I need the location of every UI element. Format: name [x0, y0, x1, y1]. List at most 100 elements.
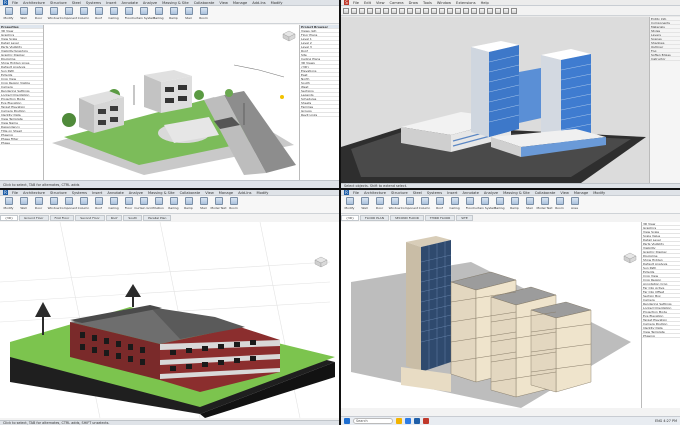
ribbon-tab[interactable]: Systems: [86, 1, 101, 5]
ribbon-tab[interactable]: View: [560, 191, 569, 195]
ribbon-tab[interactable]: Structure: [391, 191, 408, 195]
ribbon-button-area[interactable]: Area: [568, 197, 581, 210]
ribbon-button-ramp[interactable]: Ramp: [508, 197, 521, 210]
ribbon-tab[interactable]: Annotate: [107, 191, 123, 195]
ribbon-tab[interactable]: Architecture: [23, 1, 45, 5]
menu-item[interactable]: Draw: [409, 1, 418, 5]
ribbon-button-door[interactable]: Door: [373, 197, 386, 210]
tool-icon[interactable]: [495, 8, 501, 14]
ribbon-button-stair[interactable]: Stair: [523, 197, 536, 210]
ribbon-button-mullion[interactable]: Mullion: [152, 197, 165, 210]
ribbon-tab[interactable]: Insert: [447, 191, 457, 195]
view-tab[interactable]: Roof: [105, 215, 123, 221]
tool-icon[interactable]: [511, 8, 517, 14]
ribbon-tab[interactable]: Steel: [413, 191, 422, 195]
menu-item[interactable]: Window: [437, 1, 451, 5]
ribbon-tab[interactable]: Structure: [50, 1, 67, 5]
tool-icon[interactable]: [359, 8, 365, 14]
ribbon-tab[interactable]: View: [219, 1, 228, 5]
ribbon-button-room[interactable]: Room: [197, 7, 210, 20]
menu-item[interactable]: Help: [481, 1, 489, 5]
tool-icon[interactable]: [447, 8, 453, 14]
ribbon-button-column[interactable]: Column: [418, 197, 431, 210]
ribbon-tab[interactable]: Systems: [427, 191, 442, 195]
ribbon-tab[interactable]: Add-Ins: [238, 191, 251, 195]
view-tab[interactable]: South: [123, 215, 143, 221]
ribbon-tab[interactable]: Collaborate: [535, 191, 556, 195]
tool-icon[interactable]: [415, 8, 421, 14]
ribbon-tab[interactable]: Analyze: [143, 1, 157, 5]
ribbon-button-wall[interactable]: Wall: [358, 197, 371, 210]
ribbon-tab[interactable]: Manage: [574, 191, 588, 195]
ribbon-tab[interactable]: View: [205, 191, 214, 195]
ribbon-button-stair[interactable]: Stair: [197, 197, 210, 210]
ribbon-button-modify[interactable]: Modify: [343, 197, 356, 210]
ribbon-button-wall[interactable]: Wall: [17, 7, 30, 20]
view-tab[interactable]: Ground Floor: [19, 215, 49, 221]
ribbon-button-window[interactable]: Window: [47, 197, 60, 210]
model-viewport[interactable]: [341, 17, 649, 183]
taskbar-search-input[interactable]: Search: [353, 418, 393, 424]
menu-item[interactable]: Extensions: [456, 1, 476, 5]
ribbon-tab[interactable]: Annotate: [462, 191, 478, 195]
tool-icon[interactable]: [375, 8, 381, 14]
view-tab[interactable]: First Floor: [49, 215, 75, 221]
ribbon-tab[interactable]: Modify: [257, 191, 269, 195]
viewcube-icon[interactable]: [623, 252, 637, 264]
ribbon-tab[interactable]: Manage: [219, 191, 233, 195]
windows-start-icon[interactable]: [344, 418, 350, 424]
ribbon-button-modify[interactable]: Modify: [2, 7, 15, 20]
ribbon-button-roof[interactable]: Roof: [92, 7, 105, 20]
tool-icon[interactable]: [439, 8, 445, 14]
tool-icon[interactable]: [407, 8, 413, 14]
ribbon-button-curtain-system[interactable]: Curtain System: [473, 197, 496, 210]
ribbon-tab[interactable]: Collaborate: [194, 1, 215, 5]
ribbon-button-model-text[interactable]: Model Text: [210, 197, 227, 210]
ribbon-tab[interactable]: Insert: [106, 1, 116, 5]
view-tab[interactable]: FLOOR PLAN: [360, 215, 389, 221]
ribbon-button-roof[interactable]: Roof: [433, 197, 446, 210]
view-tab[interactable]: Second Floor: [75, 215, 105, 221]
ribbon-button-room[interactable]: Room: [553, 197, 566, 210]
ribbon-button-component[interactable]: Component: [401, 197, 418, 210]
ribbon-button-ceiling[interactable]: Ceiling: [107, 197, 120, 210]
ribbon-button-ceiling[interactable]: Ceiling: [107, 7, 120, 20]
3d-viewport[interactable]: [0, 222, 339, 418]
ribbon-tab[interactable]: File: [12, 1, 18, 5]
menu-item[interactable]: View: [376, 1, 385, 5]
view-tab[interactable]: SECOND FLOOR: [389, 215, 424, 221]
ribbon-button-railing[interactable]: Railing: [493, 197, 506, 210]
ribbon-tab[interactable]: Steel: [72, 1, 81, 5]
menu-item[interactable]: Camera: [390, 1, 404, 5]
ribbon-button-wall[interactable]: Wall: [17, 197, 30, 210]
revit-taskbar-icon[interactable]: [414, 418, 420, 424]
tool-icon[interactable]: [503, 8, 509, 14]
3d-viewport[interactable]: [341, 222, 641, 408]
tool-icon[interactable]: [487, 8, 493, 14]
ribbon-tab[interactable]: Massing & Site: [503, 191, 530, 195]
tool-icon[interactable]: [423, 8, 429, 14]
browser-tree-item[interactable]: Revit Links: [300, 113, 339, 117]
ribbon-tab[interactable]: Manage: [233, 1, 247, 5]
ribbon-button-curtain-grid[interactable]: Curtain Grid: [134, 197, 153, 210]
view-tab[interactable]: Parallel Plan: [143, 215, 172, 221]
ribbon-button-railing[interactable]: Railing: [167, 197, 180, 210]
ribbon-button-model-text[interactable]: Model Text: [536, 197, 553, 210]
ribbon-button-component[interactable]: Component: [60, 7, 77, 20]
tool-icon[interactable]: [391, 8, 397, 14]
menu-item[interactable]: File: [353, 1, 359, 5]
ribbon-tab[interactable]: Architecture: [23, 191, 45, 195]
tool-icon[interactable]: [455, 8, 461, 14]
ribbon-button-column[interactable]: Column: [77, 7, 90, 20]
3d-viewport[interactable]: [44, 25, 299, 180]
tool-icon[interactable]: [479, 8, 485, 14]
tool-icon[interactable]: [367, 8, 373, 14]
tray-panel-item[interactable]: Instructor: [650, 57, 680, 61]
view-tab[interactable]: THIRD FLOOR: [424, 215, 456, 221]
ribbon-tab[interactable]: File: [12, 191, 18, 195]
menu-item[interactable]: Edit: [364, 1, 371, 5]
tool-icon[interactable]: [463, 8, 469, 14]
ribbon-tab[interactable]: Add-Ins: [252, 1, 265, 5]
ribbon-button-door[interactable]: Door: [32, 197, 45, 210]
ribbon-tab[interactable]: Structure: [50, 191, 67, 195]
